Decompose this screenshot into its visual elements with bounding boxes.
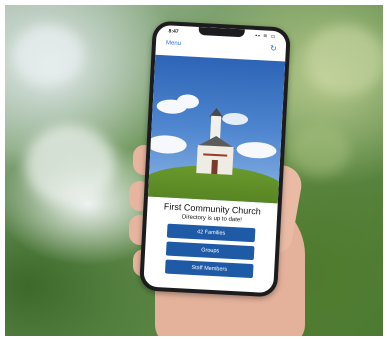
bokeh-light xyxy=(305,25,383,95)
church-building xyxy=(194,107,237,177)
status-time: 8:47 xyxy=(168,28,179,35)
menu-button[interactable]: Menu xyxy=(166,40,181,47)
phone-screen: 8:47 ▪▪ ≋ ▭ Menu ↻ First Community Churc… xyxy=(143,24,287,294)
church-photo xyxy=(147,54,286,204)
bokeh-light xyxy=(25,125,115,205)
bokeh-light xyxy=(13,25,83,85)
staff-members-button[interactable]: Staff Members xyxy=(164,259,254,279)
bokeh-light xyxy=(290,125,350,175)
cloud xyxy=(236,141,277,160)
families-button[interactable]: 42 Families xyxy=(166,223,256,243)
church-door xyxy=(211,159,218,175)
groups-button[interactable]: Groups xyxy=(165,241,255,261)
refresh-icon[interactable]: ↻ xyxy=(270,44,277,53)
cloud xyxy=(147,134,188,155)
system-icons: ▪▪ ≋ ▭ xyxy=(255,32,277,41)
home-content: First Community Church Directory is up t… xyxy=(144,201,278,280)
smartphone: 8:47 ▪▪ ≋ ▭ Menu ↻ First Community Churc… xyxy=(139,20,291,298)
background-photo: 8:47 ▪▪ ≋ ▭ Menu ↻ First Community Churc… xyxy=(5,5,383,336)
